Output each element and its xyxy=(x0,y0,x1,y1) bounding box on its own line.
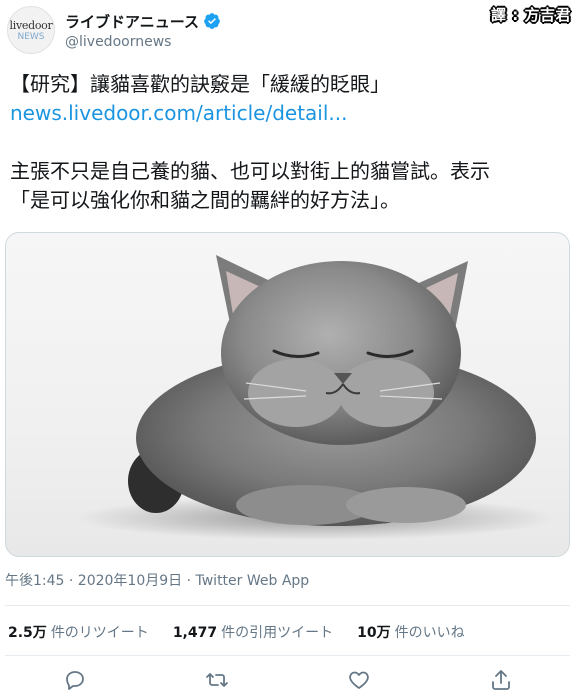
translator-watermark: 譯 : 方吉君 xyxy=(491,6,571,24)
retweets-count: 2.5万 xyxy=(8,625,47,641)
avatar-logo-text: livedoor xyxy=(9,19,53,32)
tweet-body: 【研究】讓貓喜歡的訣竅是「緩緩的眨眼」 news.livedoor.com/ar… xyxy=(10,70,565,215)
tweet-text-line-2: 「是可以強化你和貓之間的羈絆的好方法」。 xyxy=(10,188,400,212)
retweet-icon[interactable] xyxy=(205,668,229,692)
reply-icon[interactable] xyxy=(63,668,87,692)
retweets-label: 件のリツイート xyxy=(50,625,149,641)
avatar-logo-subtext: NEWS xyxy=(17,32,45,42)
tweet-card: livedoor NEWS ライブドアニュース @livedoornews 譯 … xyxy=(0,0,575,700)
article-link[interactable]: news.livedoor.com/article/detail... xyxy=(10,99,565,128)
quotes-label: 件の引用ツイート xyxy=(221,625,334,641)
tweet-text-line-1: 主張不只是自己養的貓、也可以對街上的貓嘗試。表示 xyxy=(10,159,490,183)
name-row: ライブドアニュース xyxy=(65,10,221,32)
tweet-headline: 【研究】讓貓喜歡的訣竅是「緩緩的眨眼」 xyxy=(10,72,390,96)
engagement-stats: 2.5万 件のリツイート 1,477 件の引用ツイート 10万 件のいいね xyxy=(8,622,489,642)
retweets-stat[interactable]: 2.5万 件のリツイート xyxy=(8,622,149,642)
quotes-count: 1,477 xyxy=(172,625,218,641)
heart-icon[interactable] xyxy=(347,668,371,692)
likes-label: 件のいいね xyxy=(394,625,465,641)
likes-count: 10万 xyxy=(357,625,391,641)
verified-badge-icon xyxy=(204,13,220,29)
tweet-photo[interactable] xyxy=(5,232,570,557)
divider xyxy=(5,655,570,656)
display-name[interactable]: ライブドアニュース xyxy=(65,11,199,32)
quotes-stat[interactable]: 1,477 件の引用ツイート xyxy=(173,622,333,642)
cat-photo-icon xyxy=(76,255,556,540)
likes-stat[interactable]: 10万 件のいいね xyxy=(357,622,464,642)
account-handle[interactable]: @livedoornews xyxy=(65,34,171,50)
divider xyxy=(5,605,570,606)
tweet-timestamp[interactable]: 午後1:45 · 2020年10月9日 · Twitter Web App xyxy=(5,570,309,590)
action-bar xyxy=(0,668,575,696)
tweet-header: livedoor NEWS ライブドアニュース @livedoornews xyxy=(5,4,570,58)
avatar[interactable]: livedoor NEWS xyxy=(7,6,55,54)
share-icon[interactable] xyxy=(489,668,513,692)
